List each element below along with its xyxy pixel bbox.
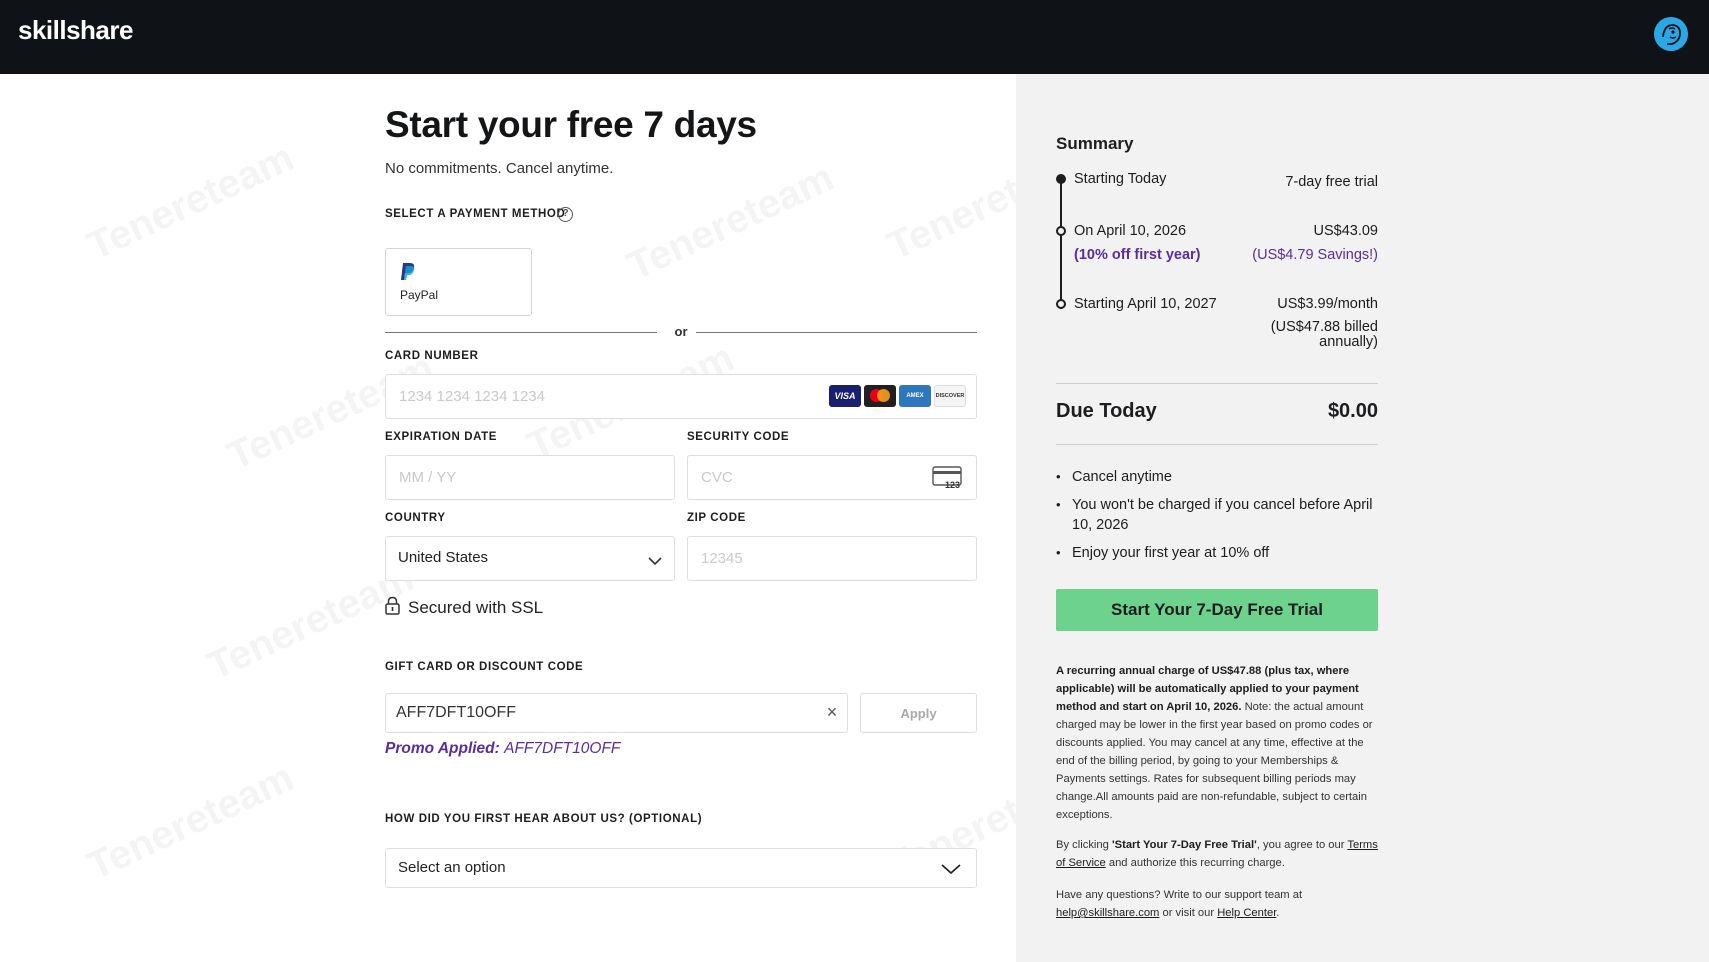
payment-method-label: SELECT A PAYMENT METHOD xyxy=(385,208,566,220)
avatar-icon[interactable] xyxy=(1654,17,1688,51)
timeline-first-year-price: US$43.09 xyxy=(1313,223,1379,239)
agree-suffix: and authorize this recurring charge. xyxy=(1105,857,1285,869)
divider-line xyxy=(696,332,977,333)
agree-mid: , you agree to our xyxy=(1256,839,1348,851)
support-email-link[interactable]: help@skillshare.com xyxy=(1056,907,1159,919)
cvc-card-icon: 123 xyxy=(932,466,964,495)
ssl-notice: Secured with SSL xyxy=(385,596,543,620)
due-today-value: $0.00 xyxy=(1327,400,1378,422)
paypal-button[interactable]: PayPal xyxy=(385,248,532,316)
watermark: Tenereteam xyxy=(81,135,301,269)
timeline-today-value: 7-day free trial xyxy=(1285,174,1378,190)
summary-panel: Summary Starting Today 7-day free trial … xyxy=(1016,74,1709,962)
list-item: You won't be charged if you cancel befor… xyxy=(1056,495,1378,535)
gift-code-field: × xyxy=(385,693,848,733)
gift-code-input[interactable] xyxy=(396,694,796,732)
timeline-line xyxy=(1060,179,1062,309)
summary-title: Summary xyxy=(1056,134,1134,153)
clear-icon[interactable]: × xyxy=(822,702,842,722)
page-subtitle: No commitments. Cancel anytime. xyxy=(385,160,614,177)
card-number-label: CARD NUMBER xyxy=(385,350,479,362)
mastercard-icon xyxy=(864,385,896,407)
timeline-discount-label: (10% off first year) xyxy=(1074,247,1201,263)
summary-divider xyxy=(1056,444,1378,445)
page-title: Start your free 7 days xyxy=(385,104,757,145)
zip-code-label: ZIP CODE xyxy=(687,512,746,524)
security-code-label: SECURITY CODE xyxy=(687,431,790,443)
list-item: Cancel anytime xyxy=(1056,467,1378,487)
promo-code: AFF7DFT10OFF xyxy=(504,740,621,757)
hear-about-select[interactable]: Select an option xyxy=(385,848,977,888)
timeline-dot xyxy=(1056,226,1066,236)
apply-button[interactable]: Apply xyxy=(860,693,977,733)
country-value: United States xyxy=(398,549,489,566)
timeline-dot xyxy=(1056,174,1066,184)
country-label: COUNTRY xyxy=(385,512,446,524)
paypal-icon xyxy=(400,262,416,286)
chevron-down-icon xyxy=(648,553,662,571)
timeline-dot xyxy=(1056,299,1066,309)
support-prefix: Have any questions? Write to our support… xyxy=(1056,889,1303,901)
amex-icon: AMEX xyxy=(899,385,931,407)
recurring-charge-disclaimer: A recurring annual charge of US$47.88 (p… xyxy=(1056,662,1378,824)
skillshare-logo[interactable]: skillshare xyxy=(18,15,133,46)
timeline-renewal-price: US$3.99/month xyxy=(1277,296,1378,312)
top-navigation-bar: skillshare xyxy=(0,0,1709,74)
hear-about-value: Select an option xyxy=(398,859,506,876)
ssl-text: Secured with SSL xyxy=(408,598,544,617)
country-select[interactable]: United States xyxy=(385,536,675,581)
timeline-renewal-billed-cont: annually) xyxy=(1319,334,1378,350)
divider-or-text: or xyxy=(674,324,688,339)
hear-about-label: HOW DID YOU FIRST HEAR ABOUT US? (OPTION… xyxy=(385,813,703,825)
lock-icon xyxy=(385,596,400,620)
help-icon[interactable]: ? xyxy=(558,207,573,222)
due-today-label: Due Today xyxy=(1056,400,1157,422)
support-suffix: . xyxy=(1276,907,1280,919)
agree-bold: 'Start Your 7-Day Free Trial' xyxy=(1111,839,1257,851)
expiration-input[interactable] xyxy=(385,455,675,500)
svg-text:123: 123 xyxy=(945,480,960,490)
timeline-renewal-label: Starting April 10, 2027 xyxy=(1074,296,1217,312)
payment-form: Start your free 7 days No commitments. C… xyxy=(385,74,977,962)
terms-agreement: By clicking 'Start Your 7-Day Free Trial… xyxy=(1056,836,1378,872)
paypal-label: PayPal xyxy=(400,288,439,302)
discover-icon: DISCOVER xyxy=(934,385,966,407)
start-free-trial-button[interactable]: Start Your 7-Day Free Trial xyxy=(1056,589,1378,631)
agree-prefix: By clicking xyxy=(1056,839,1112,851)
gift-code-label: GIFT CARD OR DISCOUNT CODE xyxy=(385,661,584,673)
summary-divider xyxy=(1056,383,1378,384)
support-info: Have any questions? Write to our support… xyxy=(1056,886,1378,922)
timeline-today-label: Starting Today xyxy=(1074,171,1167,187)
card-brand-logos: VISA AMEX DISCOVER xyxy=(829,385,966,407)
list-item: Enjoy your first year at 10% off xyxy=(1056,543,1378,563)
timeline-renewal-billed: (US$47.88 billed xyxy=(1270,319,1378,335)
support-mid: or visit our xyxy=(1159,907,1218,919)
benefits-list: Cancel anytime You won't be charged if y… xyxy=(1056,467,1378,571)
promo-applied-message: Promo Applied: AFF7DFT10OFF xyxy=(385,740,620,758)
promo-prefix: Promo Applied: xyxy=(385,740,500,757)
expiration-label: EXPIRATION DATE xyxy=(385,431,498,443)
timeline-first-year-label: On April 10, 2026 xyxy=(1074,223,1187,239)
help-center-link[interactable]: Help Center xyxy=(1217,907,1276,919)
chevron-down-icon xyxy=(941,862,961,880)
disclaimer-text: Note: the actual amount charged may be l… xyxy=(1056,701,1373,821)
watermark: Tenereteam xyxy=(81,755,301,889)
zip-code-input[interactable] xyxy=(687,536,977,581)
timeline-savings: (US$4.79 Savings!) xyxy=(1252,247,1378,263)
divider-line xyxy=(385,332,657,333)
visa-icon: VISA xyxy=(829,385,861,407)
